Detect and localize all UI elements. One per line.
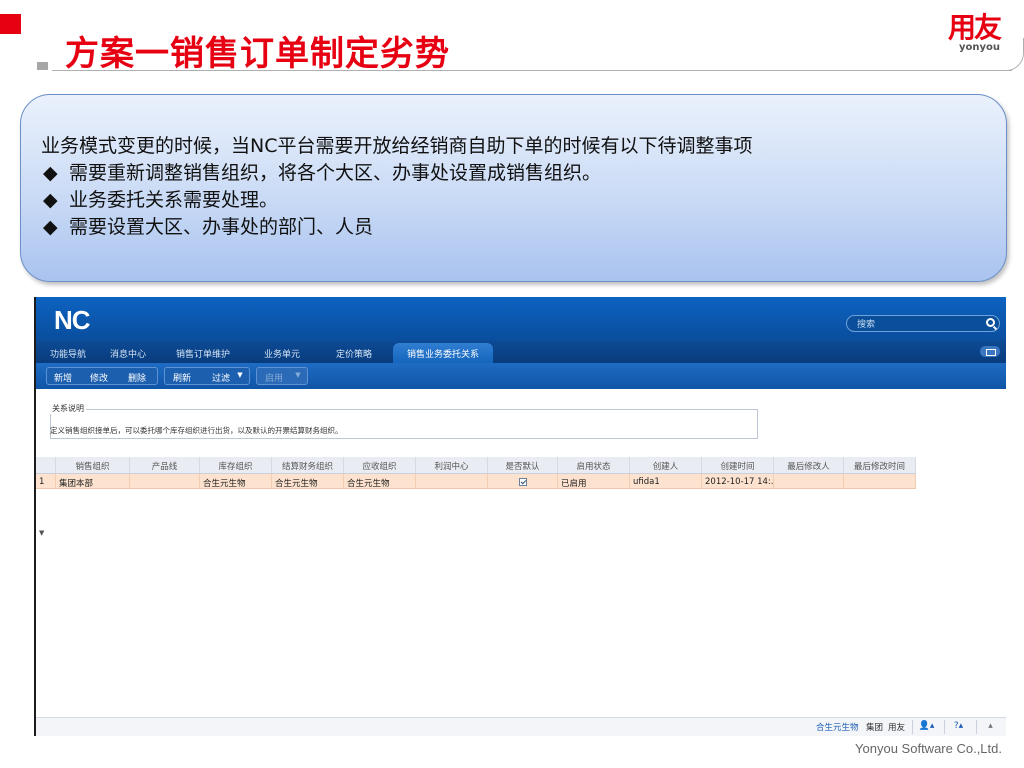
logo-cn-text: 用友	[947, 11, 1002, 44]
cell-profit-center[interactable]	[416, 474, 488, 488]
title-divider	[52, 70, 1012, 71]
info-text: 业务模式变更的时候，当NC平台需要开放给经销商自助下单的时候有以下待调整事项 ◆…	[41, 133, 752, 241]
collapse-arrow-icon[interactable]: ▼	[39, 529, 44, 537]
cell-finance-org[interactable]: 合生元生物	[272, 474, 344, 488]
bullet-text: 需要重新调整销售组织，将各个大区、办事处设置成销售组织。	[69, 162, 602, 184]
diamond-bullet-icon: ◆	[43, 216, 58, 238]
red-corner-mark	[0, 14, 21, 34]
row-index: 1	[36, 474, 56, 488]
cell-sales-org[interactable]: 集团本部	[56, 474, 130, 488]
enable-dropdown-icon[interactable]: ▼	[293, 368, 303, 385]
status-bar: 合生元生物 集团 用友 👤▴ ?▴ ▴	[36, 717, 1006, 736]
info-bullet: ◆ 需要设置大区、办事处的部门、人员	[41, 214, 752, 241]
relation-label: 关系说明	[50, 403, 86, 414]
cell-modifier[interactable]	[774, 474, 844, 488]
search-input[interactable]: 搜索	[846, 315, 1000, 332]
nc-logo: NC	[54, 305, 91, 335]
status-group: 集团	[866, 723, 884, 733]
table-header: 销售组织 产品线 库存组织 结算财务组织 应收组织 利润中心 是否默认 启用状态…	[36, 457, 916, 474]
table-row[interactable]: 1 集团本部 合生元生物 合生元生物 合生元生物 已启用 ufida1 2012…	[36, 474, 916, 489]
add-button[interactable]: 新增	[50, 368, 76, 385]
tab-function-nav[interactable]: 功能导航	[50, 347, 86, 360]
column-header[interactable]: 销售组织	[56, 457, 130, 473]
column-header[interactable]: 创建人	[630, 457, 702, 473]
edit-button[interactable]: 修改	[86, 368, 112, 385]
toolbar: 新增 修改 删除 刷新 过滤 ▼ 启用 ▼	[36, 363, 1006, 389]
row-index-header	[36, 457, 56, 473]
tab-message-center[interactable]: 消息中心	[110, 347, 146, 360]
cell-is-default[interactable]	[488, 474, 558, 488]
nc-app-window: NC 搜索 功能导航 消息中心 销售订单维护 业务单元 定价策略 销售业务委托关…	[34, 297, 1006, 736]
diamond-bullet-icon: ◆	[43, 189, 58, 211]
cell-stock-org[interactable]: 合生元生物	[200, 474, 272, 488]
column-header[interactable]: 应收组织	[344, 457, 416, 473]
relation-description: 定义销售组织接单后，可以委托哪个库存组织进行出货，以及默认的开票结算财务组织。	[50, 426, 343, 435]
window-toggle-icon[interactable]	[980, 346, 1000, 357]
column-header[interactable]: 利润中心	[416, 457, 488, 473]
title-divider-curve	[1006, 38, 1024, 71]
cell-product-line[interactable]	[130, 474, 200, 488]
search-placeholder: 搜索	[857, 320, 876, 330]
filter-button[interactable]: 过滤	[208, 368, 234, 385]
tab-sales-order[interactable]: 销售订单维护	[176, 347, 230, 360]
column-header[interactable]: 库存组织	[200, 457, 272, 473]
expand-up-icon[interactable]: ▴	[976, 720, 1004, 734]
status-org[interactable]: 合生元生物	[816, 721, 859, 733]
cell-creator[interactable]: ufida1	[630, 474, 702, 488]
diamond-bullet-icon: ◆	[43, 162, 58, 184]
yonyou-logo: 用友 yonyou	[947, 11, 1002, 54]
info-bullet: ◆ 需要重新调整销售组织，将各个大区、办事处设置成销售组织。	[41, 160, 752, 187]
tab-pricing-strategy[interactable]: 定价策略	[336, 347, 372, 360]
checkbox-checked-icon[interactable]	[518, 478, 527, 486]
tab-business-unit[interactable]: 业务单元	[264, 347, 300, 360]
slide-title: 方案一销售订单制定劣势	[65, 34, 450, 74]
column-header[interactable]: 结算财务组织	[272, 457, 344, 473]
delete-button[interactable]: 删除	[124, 368, 150, 385]
search-icon[interactable]	[986, 318, 995, 327]
user-menu-icon[interactable]: 👤▴	[912, 720, 940, 734]
column-header[interactable]: 创建时间	[702, 457, 774, 473]
filter-dropdown-icon[interactable]: ▼	[235, 368, 245, 385]
cell-created-time[interactable]: 2012-10-17 14:...	[702, 474, 774, 488]
refresh-button[interactable]: 刷新	[169, 368, 195, 385]
column-header[interactable]: 产品线	[130, 457, 200, 473]
footer-company: Yonyou Software Co.,Ltd.	[855, 741, 1002, 756]
info-bullet: ◆ 业务委托关系需要处理。	[41, 187, 752, 214]
column-header[interactable]: 启用状态	[558, 457, 630, 473]
column-header[interactable]: 最后修改时间	[844, 457, 916, 473]
column-header[interactable]: 最后修改人	[774, 457, 844, 473]
help-icon[interactable]: ?▴	[944, 720, 972, 734]
info-intro: 业务模式变更的时候，当NC平台需要开放给经销商自助下单的时候有以下待调整事项	[41, 135, 753, 157]
cell-status[interactable]: 已启用	[558, 474, 630, 488]
gray-title-mark	[37, 62, 48, 70]
tab-sales-delegation[interactable]: 销售业务委托关系	[393, 343, 494, 363]
bullet-text: 需要设置大区、办事处的部门、人员	[69, 216, 374, 238]
cell-receivable-org[interactable]: 合生元生物	[344, 474, 416, 488]
nc-tab-bar: 功能导航 消息中心 销售订单维护 业务单元 定价策略 销售业务委托关系	[36, 341, 1006, 363]
status-user: 用友	[888, 723, 906, 733]
bullet-text: 业务委托关系需要处理。	[69, 189, 279, 211]
cell-modified-time[interactable]	[844, 474, 916, 488]
column-header[interactable]: 是否默认	[488, 457, 558, 473]
enable-button[interactable]: 启用	[262, 368, 286, 385]
nc-header: NC 搜索	[36, 297, 1006, 341]
info-box: 业务模式变更的时候，当NC平台需要开放给经销商自助下单的时候有以下待调整事项 ◆…	[20, 94, 1007, 282]
